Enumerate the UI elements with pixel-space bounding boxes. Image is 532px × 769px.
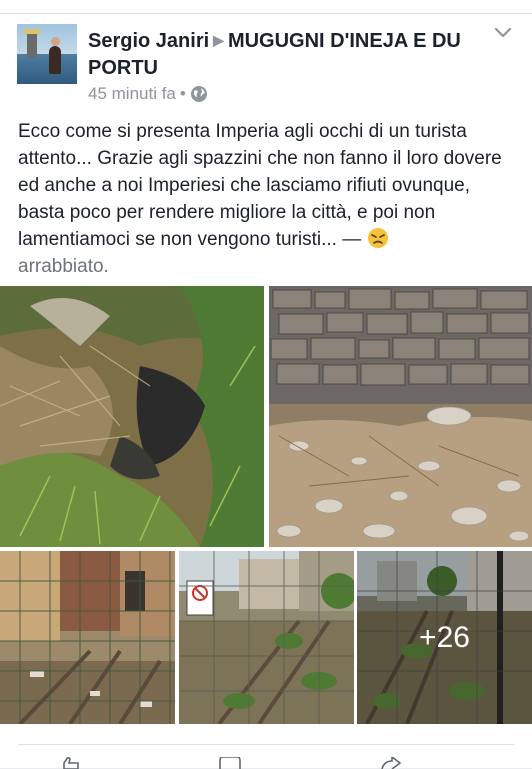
post-meta: 45 minuti fa • xyxy=(88,84,208,104)
right-triangle-icon: ▶ xyxy=(213,32,224,48)
feeling-label[interactable]: arrabbiato. xyxy=(18,256,109,277)
like-icon[interactable] xyxy=(58,757,82,769)
share-icon[interactable] xyxy=(378,757,402,769)
post-time[interactable]: 45 minuti fa xyxy=(88,84,176,104)
author-avatar[interactable] xyxy=(17,24,77,84)
more-photos-count: +26 xyxy=(419,620,470,654)
comment-icon[interactable] xyxy=(218,757,242,769)
angry-face-icon xyxy=(367,228,388,248)
post-text: Ecco come si presenta Imperia agli occhi… xyxy=(18,118,518,280)
photo-vegetation[interactable] xyxy=(0,286,264,547)
photo-sign-tracks[interactable] xyxy=(179,551,354,724)
author-name[interactable]: Sergio Janiri xyxy=(88,30,209,52)
globe-icon xyxy=(190,86,207,102)
meta-separator: • xyxy=(179,84,186,103)
feeling-dash: — xyxy=(342,229,362,250)
action-bar xyxy=(18,744,514,769)
post-body: Ecco come si presenta Imperia agli occhi… xyxy=(18,121,502,250)
photo-fence-tracks[interactable] xyxy=(0,551,175,724)
chevron-down-icon[interactable] xyxy=(494,26,512,40)
more-photos-overlay[interactable]: +26 xyxy=(357,551,532,724)
post-header: Sergio Janiri ▶ MUGUGNI D'INEJA E DU PORTU xyxy=(88,28,488,81)
facebook-post: Sergio Janiri ▶ MUGUGNI D'INEJA E DU PORTU… xyxy=(0,0,532,769)
photo-stone-wall[interactable] xyxy=(269,286,532,547)
previous-post-edge xyxy=(0,0,532,14)
